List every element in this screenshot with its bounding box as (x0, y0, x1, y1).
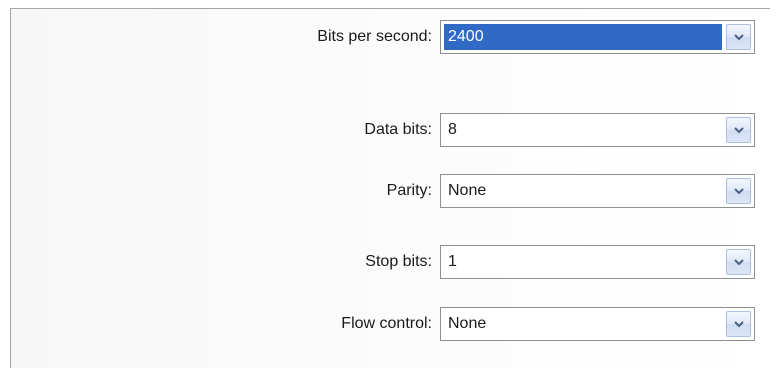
data-bits-dropdown-button[interactable] (726, 117, 751, 143)
parity-dropdown-button[interactable] (726, 178, 751, 204)
flow-control-label: Flow control: (341, 315, 432, 332)
data-bits-select[interactable]: 8 (440, 113, 755, 147)
flow-control-value[interactable]: None (444, 311, 722, 337)
chevron-down-icon (734, 321, 744, 328)
parity-select[interactable]: None (440, 174, 755, 208)
stop-bits-select[interactable]: 1 (440, 245, 755, 279)
stop-bits-dropdown-button[interactable] (726, 249, 751, 275)
bits-per-second-row: Bits per second: 2400 (0, 20, 777, 54)
flow-control-row: Flow control: None (0, 307, 777, 341)
bits-per-second-select[interactable]: 2400 (440, 20, 755, 54)
data-bits-value[interactable]: 8 (444, 117, 722, 143)
stop-bits-row: Stop bits: 1 (0, 245, 777, 279)
bits-per-second-dropdown-button[interactable] (726, 24, 751, 50)
chevron-down-icon (734, 127, 744, 134)
stop-bits-value[interactable]: 1 (444, 249, 722, 275)
bits-per-second-label: Bits per second: (317, 28, 432, 45)
parity-value[interactable]: None (444, 178, 722, 204)
parity-label: Parity: (386, 182, 432, 199)
chevron-down-icon (734, 188, 744, 195)
chevron-down-icon (734, 34, 744, 41)
flow-control-dropdown-button[interactable] (726, 311, 751, 337)
data-bits-label: Data bits: (364, 121, 432, 138)
stop-bits-label: Stop bits: (365, 253, 432, 270)
bits-per-second-value[interactable]: 2400 (444, 24, 722, 50)
chevron-down-icon (734, 259, 744, 266)
parity-row: Parity: None (0, 174, 777, 208)
flow-control-select[interactable]: None (440, 307, 755, 341)
data-bits-row: Data bits: 8 (0, 113, 777, 147)
